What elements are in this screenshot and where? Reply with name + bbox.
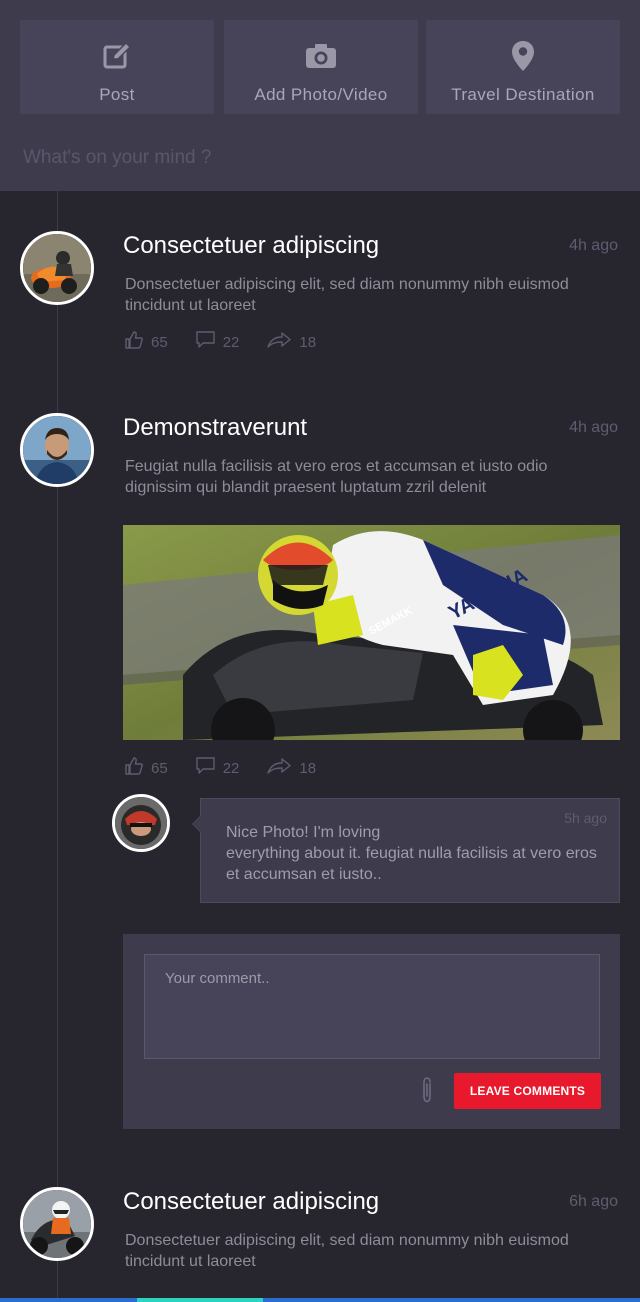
post-1-comment-button[interactable]: 22 <box>195 330 240 354</box>
post-2-comment-button[interactable]: 22 <box>195 756 240 780</box>
travel-destination-button[interactable]: Travel Destination <box>426 20 620 114</box>
camera-icon <box>305 40 337 72</box>
post-1-like-count: 65 <box>151 333 168 351</box>
post-2-title[interactable]: Demonstraverunt <box>123 414 307 442</box>
add-photo-video-label: Add Photo/Video <box>254 85 388 104</box>
post-3-avatar[interactable] <box>20 1187 94 1261</box>
timeline-line <box>57 191 58 1302</box>
post-1-comment-count: 22 <box>222 333 240 351</box>
post-1-time: 4h ago <box>569 237 618 254</box>
share-icon <box>267 757 292 779</box>
comment-bubble: 5h ago Nice Photo! I'm loving everything… <box>192 798 620 903</box>
post-1-like-button[interactable]: 65 <box>125 330 168 354</box>
post-1-title[interactable]: Consectetuer adipiscing <box>123 232 379 260</box>
post-2-share-button[interactable]: 18 <box>267 757 317 779</box>
comment-text-line-1: Nice Photo! I'm loving <box>226 824 381 841</box>
post-2-time: 4h ago <box>569 419 618 436</box>
post-3-title[interactable]: Consectetuer adipiscing <box>123 1188 379 1216</box>
reply-box: LEAVE COMMENTS <box>123 934 620 1129</box>
post-2-comment-count: 22 <box>222 759 240 777</box>
post-3-time: 6h ago <box>569 1193 618 1210</box>
post-2-share-count: 18 <box>299 759 317 777</box>
post-1-share-count: 18 <box>299 333 317 351</box>
comment-icon <box>195 756 215 780</box>
commenter-avatar[interactable] <box>112 794 170 852</box>
share-icon <box>267 331 292 353</box>
comment-textarea[interactable] <box>144 954 600 1059</box>
add-photo-video-button[interactable]: Add Photo/Video <box>224 20 418 114</box>
post-2-like-button[interactable]: 65 <box>125 756 168 780</box>
post-2-body: Feugiat nulla facilisis at vero eros et … <box>125 458 548 496</box>
post-button[interactable]: Post <box>20 20 214 114</box>
travel-destination-label: Travel Destination <box>451 85 595 104</box>
comment-icon <box>195 330 215 354</box>
bottom-progress-segment <box>137 1298 263 1302</box>
post-1-share-button[interactable]: 18 <box>267 331 317 353</box>
post-2-photo[interactable]: YAMAHA SEMAKK <box>123 525 620 740</box>
comment-text-line-2: everything about it. feugiat nulla facil… <box>226 845 597 883</box>
bottom-progress-bar <box>0 1298 640 1302</box>
leave-comments-button[interactable]: LEAVE COMMENTS <box>454 1073 601 1109</box>
edit-icon <box>101 40 133 72</box>
post-2-stats: 65 22 18 <box>125 756 344 780</box>
composer-panel: Post Add Photo/Video Travel Destination <box>0 0 640 191</box>
post-button-label: Post <box>99 85 135 104</box>
post-1-body: Donsectetuer adipiscing elit, sed diam n… <box>125 276 569 314</box>
paperclip-icon[interactable] <box>419 1076 435 1104</box>
post-2-avatar[interactable] <box>20 413 94 487</box>
post-2-like-count: 65 <box>151 759 168 777</box>
thumbs-up-icon <box>125 756 143 780</box>
post-3-body: Donsectetuer adipiscing elit, sed diam n… <box>125 1232 569 1270</box>
status-input[interactable] <box>23 145 613 171</box>
location-pin-icon <box>507 40 539 72</box>
thumbs-up-icon <box>125 330 143 354</box>
comment-text: Nice Photo! I'm loving everything about … <box>226 822 611 885</box>
post-1-stats: 65 22 18 <box>125 330 344 354</box>
post-1-avatar[interactable] <box>20 231 94 305</box>
